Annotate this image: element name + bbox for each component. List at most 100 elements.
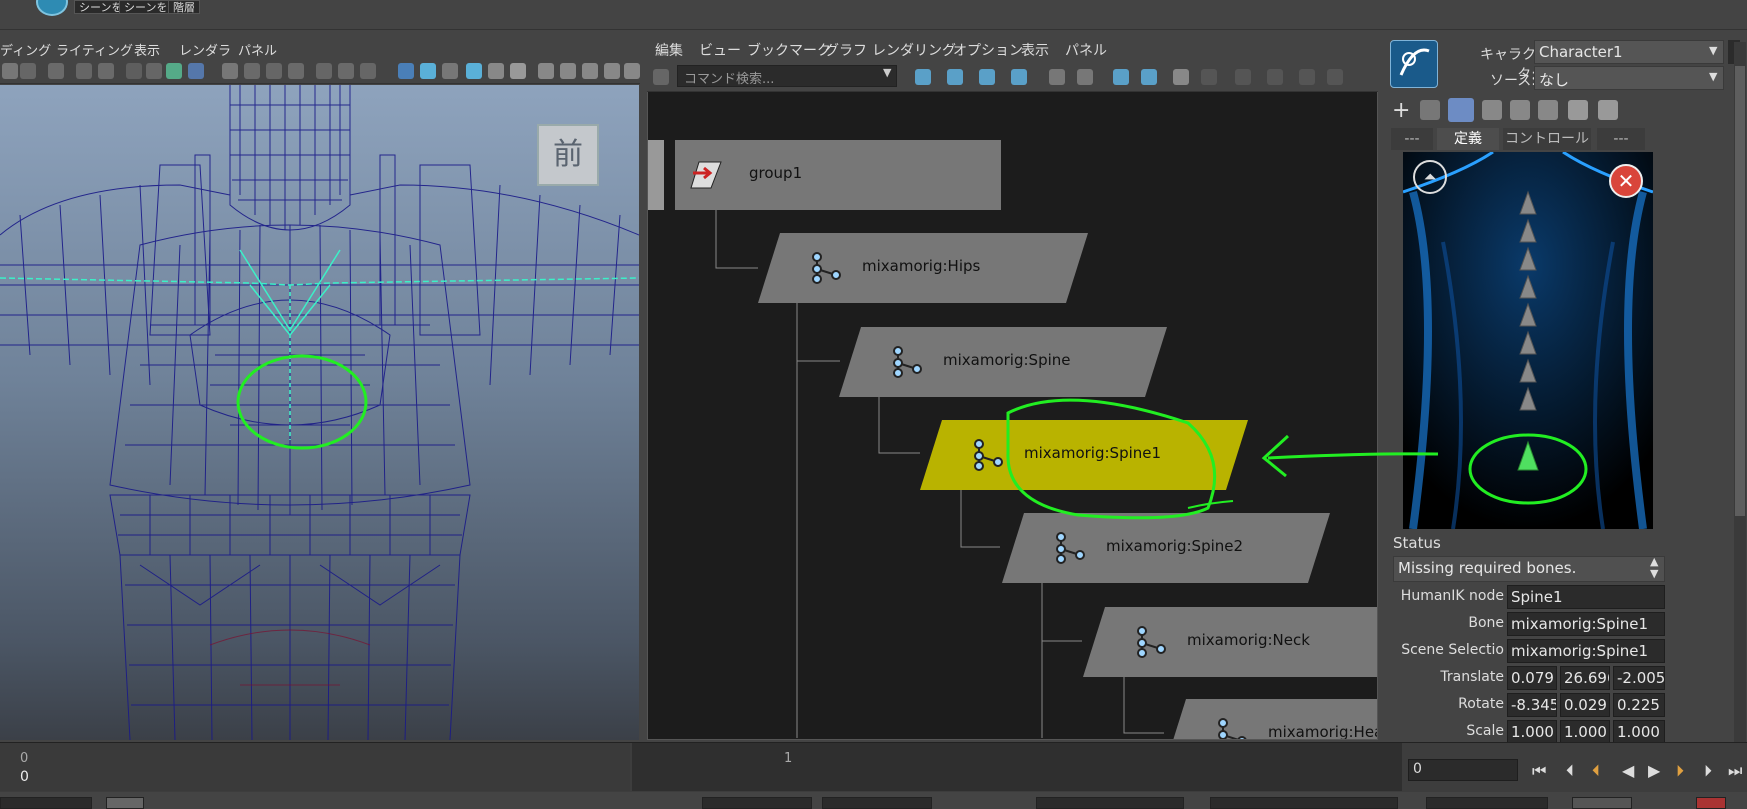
pen-icon[interactable] (188, 63, 204, 79)
scale-z[interactable]: 1.000 (1613, 720, 1665, 744)
safe-action-icon[interactable] (338, 63, 354, 79)
add-icon[interactable]: + (1392, 98, 1410, 123)
character-set-field[interactable] (1210, 797, 1398, 809)
play-backward-icon[interactable]: ◀ (1622, 761, 1634, 780)
collapse-icon[interactable] (947, 69, 963, 85)
hierarchy-up-icon[interactable] (1077, 69, 1093, 85)
tab-blank-2[interactable]: --- (1597, 128, 1645, 150)
hierarchy-down-icon[interactable] (1049, 69, 1065, 85)
light-icon[interactable] (510, 63, 526, 79)
grid-snap-icon[interactable] (1327, 69, 1343, 85)
view-cube-front[interactable]: 前 (537, 124, 599, 186)
go-to-start-icon[interactable]: ⏮ (1532, 761, 1546, 781)
bookmark-add-icon[interactable] (1113, 69, 1129, 85)
list-icon[interactable] (1173, 69, 1189, 85)
step-back-icon[interactable]: ⏴ (1566, 761, 1574, 781)
graph-connections-icon[interactable] (1201, 69, 1217, 85)
rotate-z[interactable]: 0.225 (1613, 693, 1665, 717)
translate-y[interactable]: 26.696 (1560, 666, 1610, 690)
menu-shading[interactable]: ディング (0, 40, 51, 59)
film-icon[interactable] (48, 63, 64, 79)
frame-selected-icon[interactable] (1267, 69, 1283, 85)
field-chart-icon[interactable] (316, 63, 332, 79)
close-icon[interactable]: ✕ (1609, 164, 1643, 198)
status-stepper-icon[interactable]: ▲ ▼ (1650, 556, 1658, 580)
tab-controls[interactable]: コントロール (1503, 128, 1591, 150)
time-slider[interactable]: 1 (632, 743, 1402, 791)
tab-definition[interactable]: 定義 (1437, 128, 1499, 150)
grease-pencil-icon[interactable] (166, 63, 182, 79)
textured-icon[interactable] (442, 63, 458, 79)
safe-title-icon[interactable] (360, 63, 376, 79)
prev-key-icon[interactable]: ⏴ (1592, 761, 1600, 781)
menu-options[interactable]: オプション (953, 40, 1023, 60)
current-frame-input[interactable]: 0 (1408, 759, 1518, 781)
expand-all-icon[interactable] (1299, 69, 1315, 85)
hierarchy-button[interactable]: 階層 (168, 0, 200, 14)
step-forward-icon[interactable]: ⏵ (1704, 761, 1712, 781)
image-plane-icon[interactable] (146, 63, 162, 79)
folder-icon[interactable] (1482, 100, 1502, 120)
motion-blur-icon[interactable] (560, 63, 576, 79)
menu-rendering[interactable]: レンダリング (872, 40, 956, 60)
shadows-icon[interactable] (488, 63, 504, 79)
resolution-gate-icon[interactable] (266, 63, 282, 79)
edit-icon[interactable] (1141, 69, 1157, 85)
humanik-body-view[interactable]: ⏶ ✕ (1403, 152, 1653, 529)
snapshot-icon[interactable] (98, 63, 114, 79)
menu-edit[interactable]: 編集 (655, 40, 683, 60)
tool-select-icon[interactable] (653, 69, 669, 85)
anti-alias-icon[interactable] (582, 63, 598, 79)
menu-show[interactable]: 表示 (134, 40, 160, 59)
stance-pose-icon[interactable] (1598, 100, 1618, 120)
rotate-x[interactable]: -8.345 (1507, 693, 1557, 717)
t-pose-icon[interactable] (1568, 100, 1588, 120)
scene-button-2[interactable]: シーンを (119, 0, 173, 14)
menu-renderer[interactable]: レンダラ (179, 40, 231, 59)
anim-layer-field[interactable] (1036, 797, 1184, 809)
define-skeleton-icon[interactable] (1448, 98, 1474, 122)
menu-view[interactable]: ビュー (699, 40, 741, 60)
menu-bookmarks[interactable]: ブックマーク (747, 40, 831, 60)
arrange-icon[interactable] (1011, 69, 1027, 85)
fps-field[interactable] (1426, 797, 1548, 809)
play-forward-icon[interactable]: ▶ (1648, 761, 1660, 780)
wireframe-icon[interactable] (398, 63, 414, 79)
trash-icon[interactable] (1538, 100, 1558, 120)
animation-end-field[interactable] (822, 797, 932, 809)
range-handle[interactable] (106, 797, 144, 809)
auto-key-icon[interactable] (1696, 797, 1726, 809)
scroll-up-icon[interactable]: ⏶ (1413, 160, 1447, 194)
chevron-down-icon[interactable]: ▼ (1709, 44, 1717, 57)
video-icon[interactable] (76, 63, 92, 79)
translate-x[interactable]: 0.079 (1507, 666, 1557, 690)
smooth-shade-icon[interactable] (420, 63, 436, 79)
next-key-icon[interactable]: ⏵ (1676, 761, 1684, 781)
chevron-down-icon[interactable]: ▼ (1709, 70, 1717, 83)
chevron-down-icon[interactable]: ▼ (883, 66, 891, 79)
menu-display[interactable]: 表示 (1021, 40, 1049, 60)
humanik-logo-icon[interactable] (1390, 40, 1438, 88)
menu-panels[interactable]: パネル (238, 40, 277, 59)
save-icon[interactable] (1510, 100, 1530, 120)
menu-graph[interactable]: グラフ (825, 40, 867, 60)
expand-icon[interactable] (979, 69, 995, 85)
camera-attr-icon[interactable] (20, 63, 36, 79)
frame-all-icon[interactable] (1235, 69, 1251, 85)
camera-icon[interactable] (2, 63, 18, 79)
source-select[interactable]: なし (1534, 66, 1724, 90)
translate-z[interactable]: -2.005 (1613, 666, 1665, 690)
menu-panels-ne[interactable]: パネル (1065, 40, 1107, 60)
lighting-icon[interactable] (466, 63, 482, 79)
panel-scrollbar[interactable] (1734, 42, 1746, 742)
film-gate-icon[interactable] (244, 63, 260, 79)
depth-of-field-icon[interactable] (604, 63, 620, 79)
command-search-input[interactable]: コマンド検索... (677, 65, 897, 87)
gate-mask-icon[interactable] (288, 63, 304, 79)
rotate-y[interactable]: 0.029 (1560, 693, 1610, 717)
menu-lighting[interactable]: ライティング (56, 40, 133, 59)
range-start-area[interactable]: 0 0 (0, 743, 630, 791)
ambient-occlusion-icon[interactable] (538, 63, 554, 79)
tab-blank-1[interactable]: --- (1391, 128, 1433, 150)
scale-x[interactable]: 1.000 (1507, 720, 1557, 744)
